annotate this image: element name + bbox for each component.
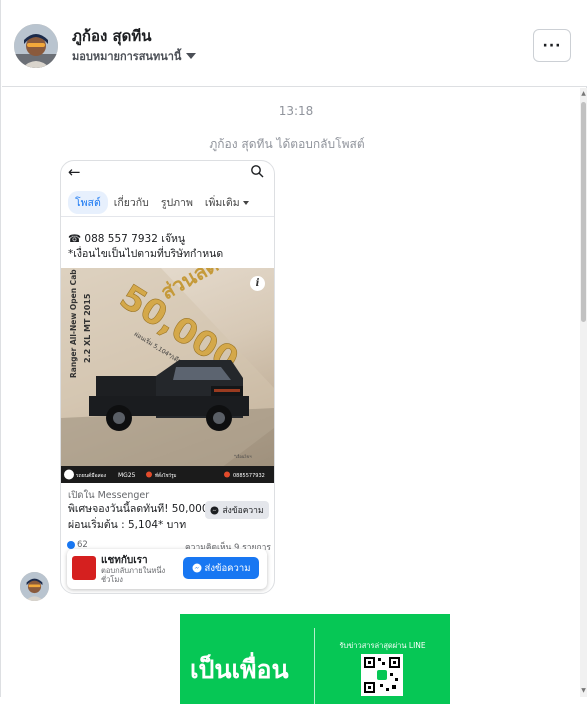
post-text: ☎ 088 557 7932 เจ๊หนู *เงื่อนไขเป็นไปตาม… <box>68 232 223 262</box>
tab-about: เกี่ยวกับ <box>113 197 149 209</box>
chat-with-us-popup: แชทกับเรา ตอบกลับภายในหนึ่งชั่วโมง ส่งข้… <box>67 549 267 589</box>
popup-subtitle: ตอบกลับภายในหนึ่งชั่วโมง <box>101 566 166 584</box>
line-banner-headline: เป็นเพื่อน <box>190 655 289 684</box>
messenger-thread-panel: ภูก้อง สุดทีน มอบหมายการสนทนานี้ ··· 13:… <box>0 0 587 704</box>
offer-text: พิเศษจองวันนี้ลดทันที! 50,000 ผ่อนเริ่มต… <box>68 501 209 533</box>
footnote-text: *เงื่อนไขฯ <box>234 454 251 459</box>
scroll-up-arrow-icon[interactable]: ▲ <box>580 90 587 98</box>
line-friend-banner[interactable]: เป็นเพื่อน รับข่าวสารล่าสุดผ่าน LINE <box>180 614 450 704</box>
post-image: ส่วนลด 50,000 ผ่อนเริ่ม 5,104*/เดือน Ran… <box>61 268 274 483</box>
like-icon <box>67 540 75 549</box>
scroll-down-arrow-icon[interactable]: ▼ <box>580 687 587 695</box>
search-icon <box>251 165 264 178</box>
shared-post-card[interactable]: ← โพสต์ เกี่ยวกับ รูปภาพ เพิ่มเติม ☎ 088… <box>60 160 275 594</box>
post-card-topbar: ← <box>61 161 274 183</box>
assign-label: มอบหมายการสนทนานี้ <box>72 50 182 63</box>
scroll-thumb[interactable] <box>581 102 586 322</box>
info-icon[interactable]: i <box>250 276 265 291</box>
caret-down-icon <box>186 53 197 59</box>
line-banner-caption: รับข่าวสารล่าสุดผ่าน LINE <box>339 641 426 650</box>
offer-line-1: พิเศษจองวันนี้ลดทันที! 50,000 <box>68 503 209 515</box>
image-footer-bar: รถยนต์มือสอง MG25 ที่ตั้งโชว์รูม 0885577… <box>61 466 274 483</box>
offer-line-2: ผ่อนเริ่มต้น : 5,104* บาท <box>68 519 187 531</box>
vertical-sub-text: 2.2 XL MT 2015 <box>83 293 92 363</box>
sender-avatar[interactable] <box>20 572 49 601</box>
tab-more-label: เพิ่มเติม <box>204 197 240 209</box>
svg-text:ที่ตั้งโชว์รูม: ที่ตั้งโชว์รูม <box>155 472 177 479</box>
contact-avatar[interactable] <box>14 24 58 68</box>
post-condition-line: *เงื่อนไขเป็นไปตามที่บริษัทกำหนด <box>68 248 224 260</box>
caret-down-icon <box>242 201 249 205</box>
popup-send-message-button[interactable]: ส่งข้อความ <box>183 557 259 579</box>
popup-button-label: ส่งข้อความ <box>204 562 251 574</box>
tab-photos: รูปภาพ <box>160 197 193 209</box>
thread-scrollbar[interactable]: ▲ ▼ <box>580 88 587 697</box>
contact-name: ภูก้อง สุดทีน <box>72 27 152 45</box>
qr-code-icon <box>361 654 403 696</box>
conversation-header: ภูก้อง สุดทีน มอบหมายการสนทนานี้ ··· <box>2 0 587 87</box>
messenger-icon <box>192 563 202 573</box>
banner-divider <box>314 628 315 704</box>
more-options-button[interactable]: ··· <box>533 29 571 62</box>
phone-small-label: 0885577932 <box>233 473 265 479</box>
post-phone-line: ☎ 088 557 7932 เจ๊หนู <box>68 233 186 245</box>
tab-posts: โพสต์ <box>68 191 108 214</box>
dealer-label: รถยนต์มือสอง <box>76 472 107 479</box>
vertical-model-text: Ranger All-New Open Cab <box>69 269 78 378</box>
page-logo <box>72 556 96 580</box>
messenger-icon <box>210 505 220 515</box>
back-arrow-icon: ← <box>68 163 81 181</box>
page-tabs: โพสต์ เกี่ยวกับ รูปภาพ เพิ่มเติม <box>61 189 274 217</box>
post-reply-note: ภูก้อง สุดทีน ได้ตอบกลับโพสต์ <box>209 137 365 151</box>
send-message-label: ส่งข้อความ <box>222 506 264 516</box>
plate-label: MG25 <box>118 472 136 479</box>
message-timestamp: 13:18 <box>278 104 314 118</box>
send-message-button[interactable]: ส่งข้อความ <box>205 501 269 519</box>
assign-conversation-dropdown[interactable]: มอบหมายการสนทนานี้ <box>72 47 197 65</box>
tab-more: เพิ่มเติม <box>199 194 255 211</box>
